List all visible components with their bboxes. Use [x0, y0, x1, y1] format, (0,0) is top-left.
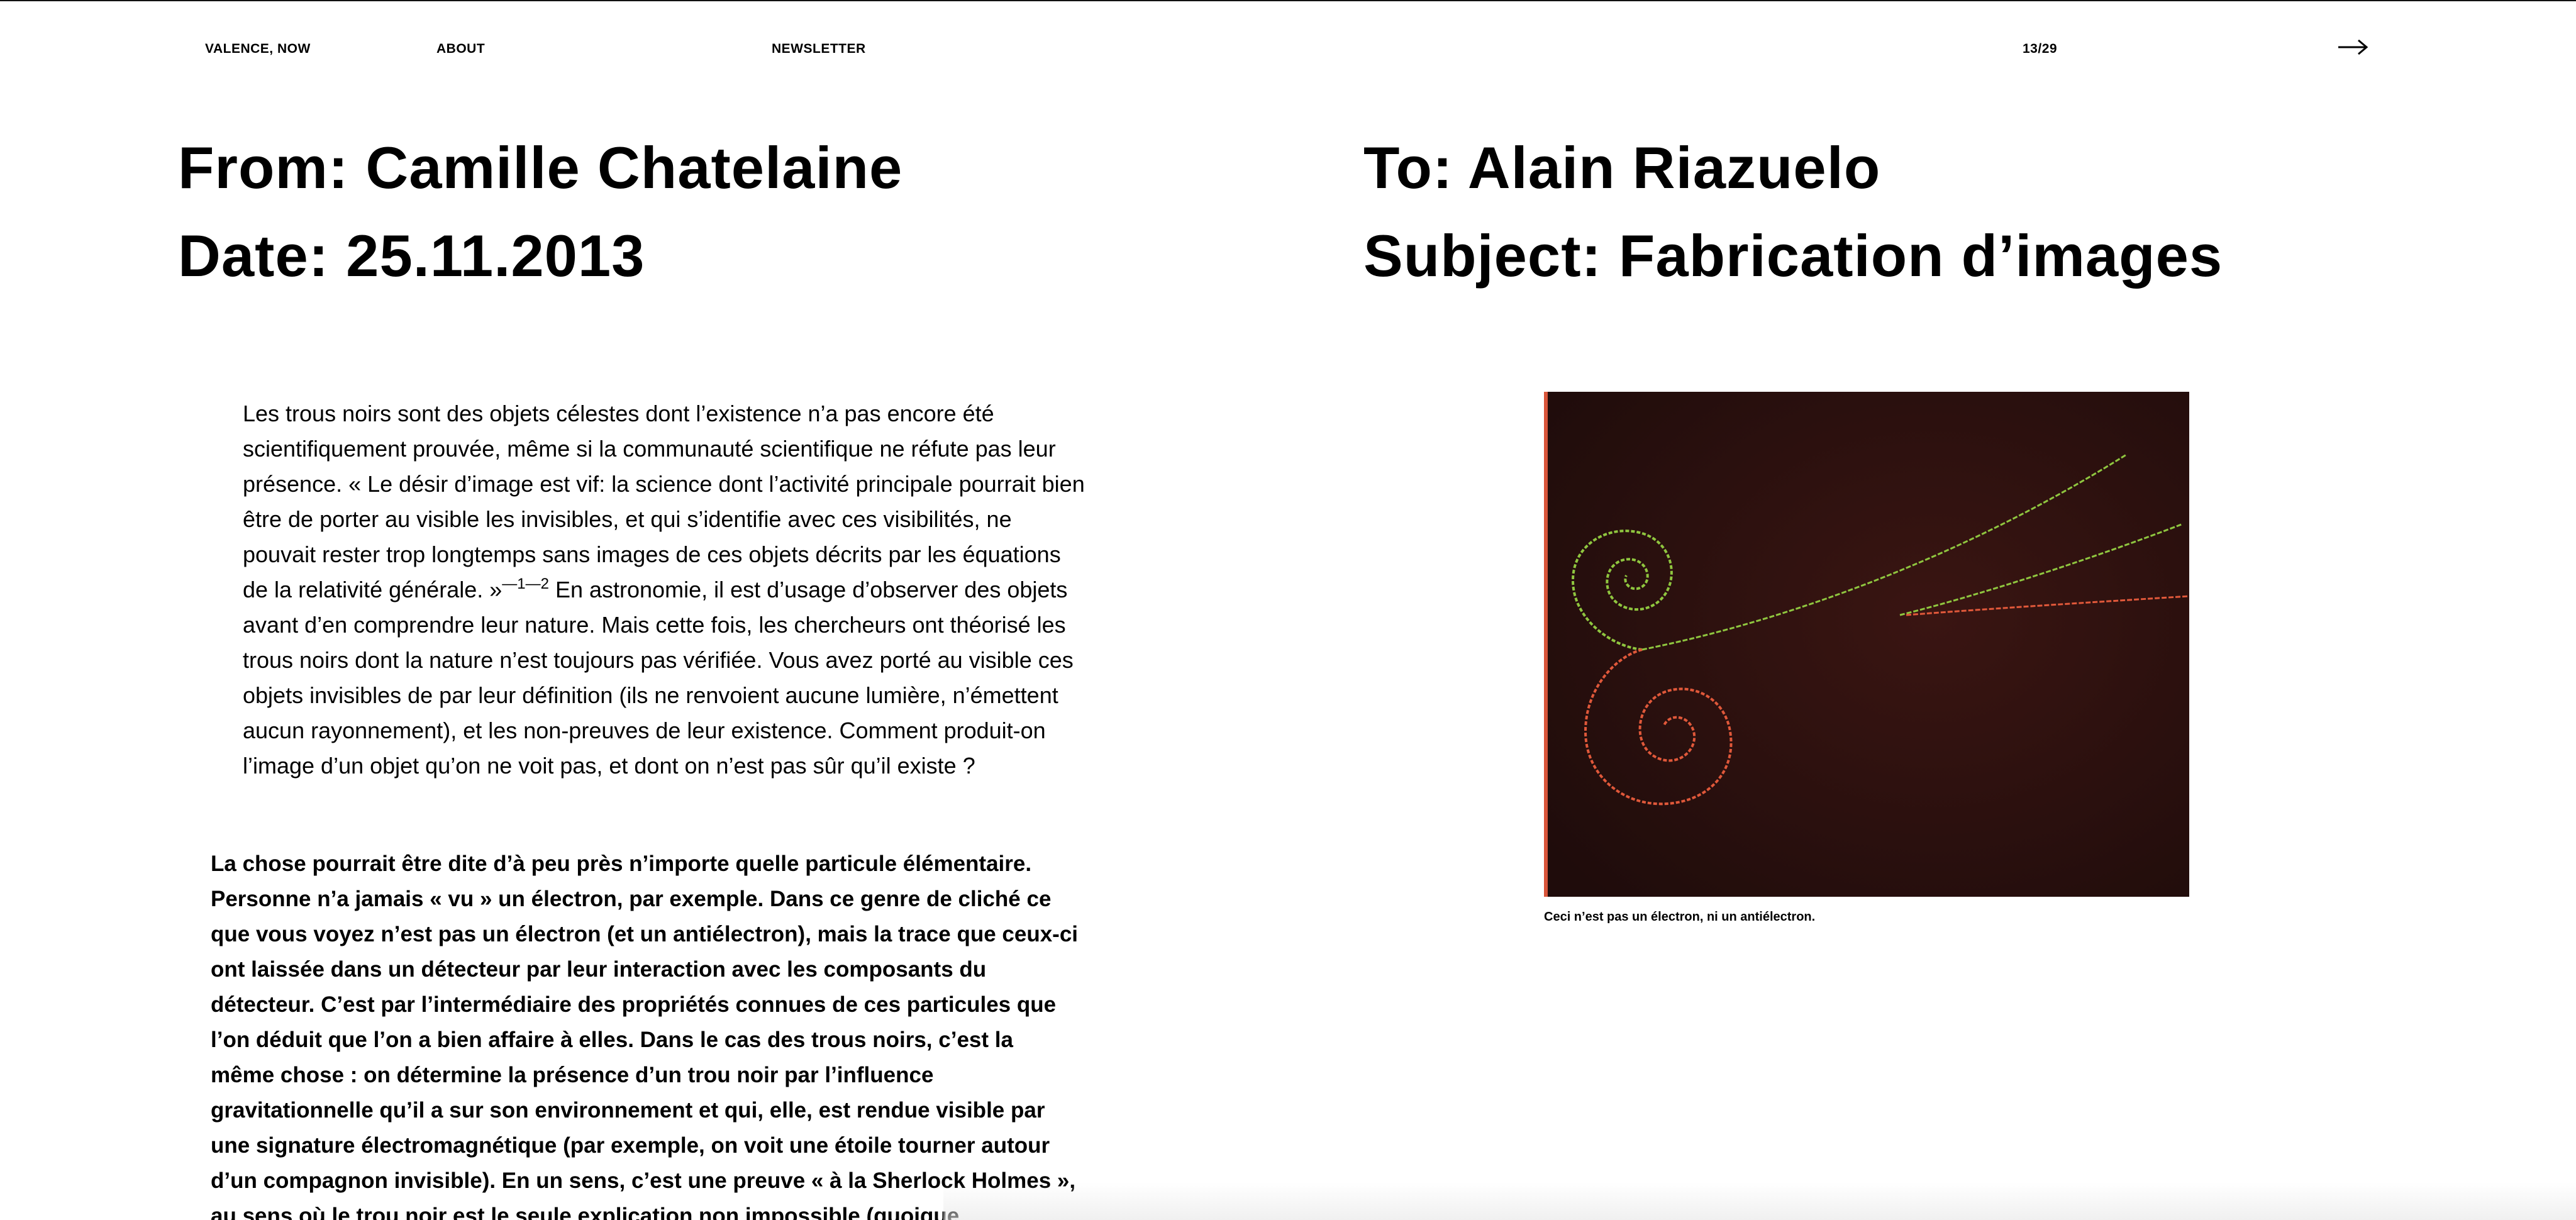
footnote-link[interactable]: —1—2	[502, 575, 549, 592]
particle-track-illustration	[1548, 392, 2189, 897]
nav-newsletter-link[interactable]: NEWSLETTER	[772, 42, 866, 57]
email-subject: Subject: Fabrication d’images	[1363, 223, 2223, 289]
particle-track-image	[1544, 392, 2189, 897]
nav-home-link[interactable]: VALENCE, NOW	[205, 42, 311, 57]
page-counter: 13/29	[2023, 42, 2058, 56]
quote-text: Les trous noirs sont des objets célestes…	[243, 401, 1085, 602]
figure-caption: Ceci n’est pas un électron, ni un antiél…	[1544, 910, 1816, 924]
bottom-shadow	[943, 1182, 2576, 1220]
body-paragraph: La chose pourrait être dite d’à peu près…	[211, 851, 1079, 1220]
nav-about-link[interactable]: ABOUT	[436, 42, 485, 57]
quote-paragraph: Les trous noirs sont des objets célestes…	[243, 396, 1085, 784]
page: VALENCE, NOW ABOUT NEWSLETTER 13/29 From…	[0, 0, 2576, 1220]
email-from: From: Camille Chatelaine	[178, 135, 903, 201]
quote-text-continued: En astronomie, il est d’usage d’observer…	[243, 577, 1074, 779]
email-date: Date: 25.11.2013	[178, 223, 645, 289]
arrow-right-icon	[2338, 39, 2368, 55]
next-page-button[interactable]	[2337, 36, 2368, 58]
email-to: To: Alain Riazuelo	[1363, 135, 1881, 201]
